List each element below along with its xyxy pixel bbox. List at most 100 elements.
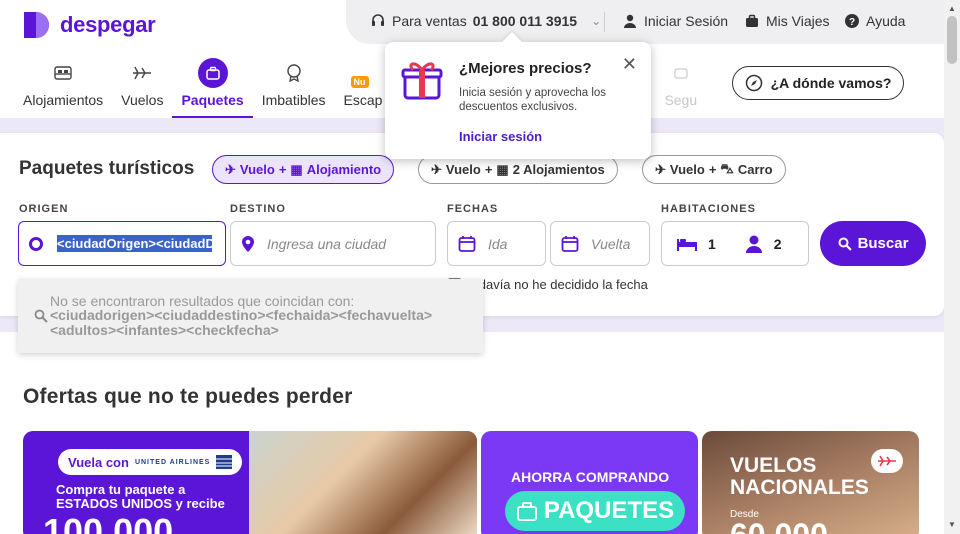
nav-item-paquetes[interactable]: Paquetes [172,58,253,118]
nav-item-imbatibles[interactable]: Imbatibles [253,58,335,118]
search-title: Paquetes turísticos [19,158,195,179]
hotel-icon: ▦ [290,161,303,177]
popover-title: ¿Mejores precios? [459,60,592,77]
no-results-query: <ciudadorigen><ciudaddestino><fechaida><… [50,307,433,338]
offer-text: Compra tu paquete a ESTADOS UNIDOS y rec… [56,482,225,511]
autocomplete-dropdown: No se encontraron resultados que coincid… [18,279,483,353]
mode-label: 2 Alojamientos [512,162,605,177]
plane-icon: ✈ [655,161,666,177]
help-label: Ayuda [866,13,906,29]
login-link[interactable]: Iniciar Sesión [622,13,728,29]
car-icon: ⛍ [720,160,734,176]
rooms-count: 1 [708,235,716,252]
mode-label: Alojamiento [306,162,382,177]
insurance-icon [670,62,692,84]
destination-placeholder: Ingresa una ciudad [267,235,387,252]
search-icon [838,237,852,251]
origin-label: ORIGEN [19,203,69,215]
popover-login-link[interactable]: Iniciar sesión [459,129,542,144]
depart-date-input[interactable]: Ida [447,221,546,266]
offer-card-nacionales[interactable]: VUELOS NACIONALES Desde 60.000 [702,431,919,534]
utility-bar: Para ventas 01 800 011 3915 ⌄ Iniciar Se… [346,0,944,44]
search-button-label: Buscar [857,235,909,252]
plane-icon [871,449,903,473]
search-icon [34,309,48,323]
airline-prefix: Vuela con [68,454,129,470]
suitcase-icon [197,58,228,88]
mode-flight-hotel[interactable]: ✈ Vuelo + ▦ Alojamiento [212,155,395,184]
plane-icon: ✈ [225,161,236,177]
origin-input[interactable]: <ciudadOrigen><ciudadD [18,221,226,266]
offer-amount: 60.000 [730,517,828,534]
mode-label: Carro [737,162,773,177]
svg-text:?: ? [849,17,855,28]
help-link[interactable]: ? Ayuda [844,13,905,29]
nav-item-escapadas[interactable]: Nu Escap [335,58,392,118]
sales-phone[interactable]: Para ventas 01 800 011 3915 ⌄ [370,13,601,29]
offer-card-paquetes[interactable]: AHORRA COMPRANDO PAQUETES [481,431,698,534]
badge-icon [283,62,305,84]
popover-description: Inicia sesión y aprovecha los descuentos… [459,87,607,113]
origin-value: <ciudadOrigen><ciudadD [57,235,212,252]
scroll-thumb[interactable] [947,16,957,64]
offers-title: Ofertas que no te puedes perder [23,385,353,408]
best-prices-popover: ¿Mejores precios? ✕ Inicia sesión y apro… [385,42,651,159]
my-trips-label: Mis Viajes [766,13,830,29]
offer-pill: PAQUETES [505,491,685,531]
mode-flight-car[interactable]: ✈ Vuelo + ⛍ Carro [642,155,786,184]
destination-label: DESTINO [230,203,286,215]
divider [604,12,605,32]
destination-input[interactable]: Ingresa una ciudad [230,221,436,266]
nav-label: Paquetes [181,92,244,108]
rooms-label: HABITACIONES [661,203,756,215]
offer-line1: AHORRA COMPRANDO [511,469,670,485]
plus-sign: + [484,162,493,177]
where-to-go-label: ¿A dónde vamos? [770,75,892,91]
rooms-selector[interactable]: 1 2 [661,221,809,266]
logo[interactable]: despegar [22,10,156,40]
scrollbar[interactable]: ▲ ▼ [944,0,960,534]
location-pin-icon [242,235,254,252]
search-button[interactable]: Buscar [820,221,926,266]
close-icon[interactable]: ✕ [622,54,637,75]
my-trips-link[interactable]: Mis Viajes [744,13,830,29]
logo-text: despegar [60,12,156,37]
scroll-down-arrow-icon[interactable]: ▼ [948,520,956,529]
offer-line1: VUELOS NACIONALES [730,454,869,499]
mode-flight-2-hotels[interactable]: ✈ Vuelo + ▦ 2 Alojamientos [418,155,618,184]
return-placeholder: Vuelta [591,235,631,252]
chevron-down-icon: ⌄ [591,14,602,28]
nav-item-seguros[interactable]: Segu [655,58,706,118]
nav-item-alojamientos[interactable]: Alojamientos [14,58,112,118]
phone-prefix: Para ventas [392,13,467,29]
new-badge: Nu [350,76,369,88]
calendar-icon [458,235,476,252]
offer-line2: PAQUETES [543,497,675,524]
nav-label: Segu [664,92,698,108]
dates-label: FECHAS [447,203,499,215]
united-badge: Vuela con UNITED AIRLINES [58,449,243,475]
where-to-go-button[interactable]: ¿A dónde vamos? [732,66,904,100]
login-label: Iniciar Sesión [644,13,729,29]
nav-label: Imbatibles [261,92,326,108]
person-icon [745,235,762,253]
nav-item-vuelos[interactable]: Vuelos [112,58,172,118]
scroll-up-arrow-icon[interactable]: ▲ [948,4,956,13]
offer-card-united[interactable]: Vuela con UNITED AIRLINES Compra tu paqu… [23,431,477,534]
offer-amount: 100.000 [43,511,174,534]
origin-icon [29,236,43,251]
nav-label: Escap [343,92,383,108]
united-globe-icon [216,455,233,469]
hotel-icon: ▦ [496,161,509,177]
undecided-label: Todavía no he decidido la fecha [465,277,648,292]
nav-label: Alojamientos [23,92,104,108]
plus-sign: + [278,162,287,177]
couple-photo [249,431,477,534]
suitcase-icon [746,14,758,27]
return-date-input[interactable]: Vuelta [550,221,650,266]
adults-count: 2 [773,235,782,252]
phone-number: 01 800 011 3915 [472,13,578,29]
nav-label: Vuelos [121,92,164,108]
calendar-icon [561,235,579,252]
user-icon [624,14,636,28]
